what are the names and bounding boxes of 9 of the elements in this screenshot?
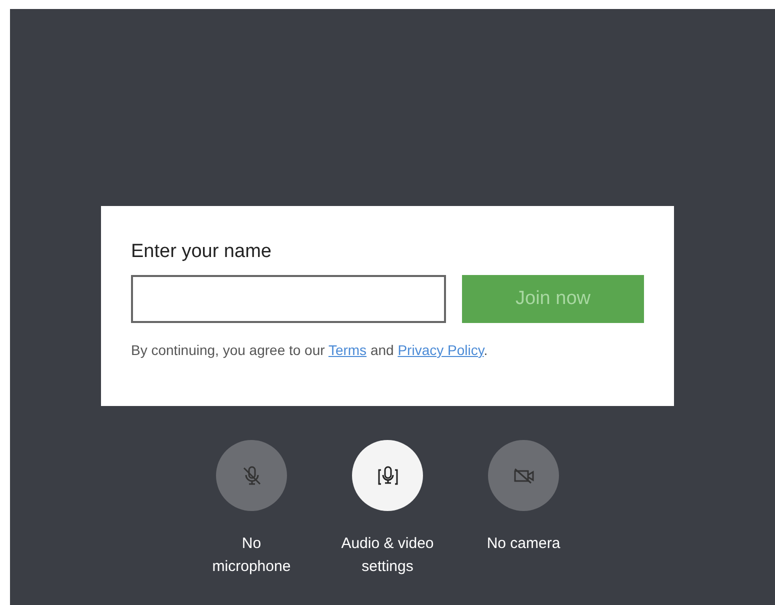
consent-text: By continuing, you agree to our Terms and Privacy Policy. — [131, 341, 489, 360]
terms-link[interactable]: Terms — [328, 342, 367, 358]
name-field[interactable] — [131, 275, 446, 323]
control-label: No camera — [486, 534, 562, 554]
control-label: Audio & video settings — [340, 534, 435, 577]
microphone-icon — [376, 464, 400, 488]
privacy-policy-link[interactable]: Privacy Policy — [398, 342, 484, 358]
control-label: No microphone — [211, 534, 292, 577]
name-label: Enter your name — [131, 240, 272, 264]
